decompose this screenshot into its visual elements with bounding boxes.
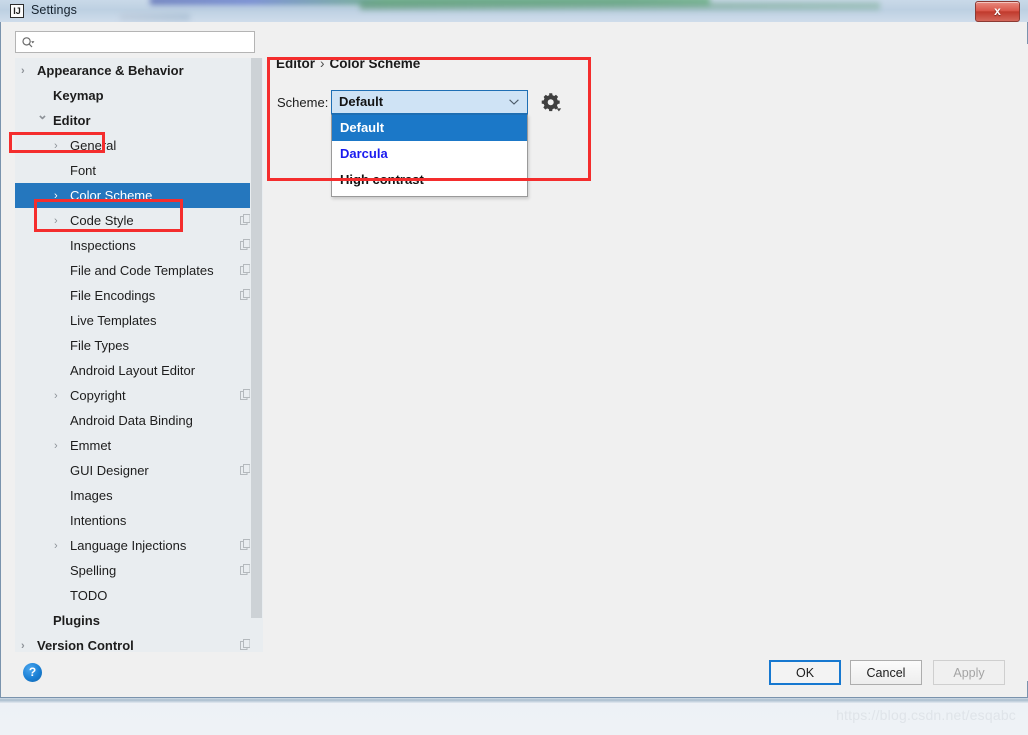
chevron-right-icon[interactable]: › (54, 541, 64, 552)
watermark: https://blog.csdn.net/esqabc (836, 707, 1016, 723)
scheme-dropdown-list[interactable]: Default Darcula High contrast (331, 114, 528, 197)
sidebar-item-android-layout-editor[interactable]: Android Layout Editor (15, 358, 263, 383)
dropdown-option-darcula[interactable]: Darcula (332, 141, 527, 167)
chevron-right-icon[interactable]: › (54, 441, 64, 452)
sidebar-item-label: GUI Designer (70, 463, 149, 478)
dropdown-option-default[interactable]: Default (332, 115, 527, 141)
chevron-right-icon[interactable]: › (54, 391, 64, 402)
sidebar-item-label: Color Scheme (70, 188, 153, 203)
apply-button: Apply (933, 660, 1005, 685)
breadcrumb-parent[interactable]: Editor (276, 56, 315, 71)
chevron-right-icon[interactable]: › (54, 191, 64, 202)
sidebar-item-images[interactable]: Images (15, 483, 263, 508)
intellij-idea-icon: IJ (10, 4, 24, 18)
chevron-down-icon[interactable]: ⌄ (37, 108, 48, 121)
sidebar-item-editor[interactable]: ⌄ Editor (15, 108, 263, 133)
blurred-background-stripe (120, 13, 190, 21)
search-icon (22, 37, 35, 48)
close-icon[interactable]: x (975, 1, 1020, 22)
dialog-body: › Appearance & Behavior Keymap ⌄ Editor › Gene… (0, 22, 1028, 698)
sidebar-item-label: Android Layout Editor (70, 363, 196, 378)
sidebar-item-label: Language Injections (70, 538, 187, 553)
main-panel: Editor › Color Scheme Scheme: Default Defa… (266, 44, 1028, 681)
sidebar-item-label: Plugins (53, 613, 100, 628)
sidebar-item-label: Android Data Binding (70, 413, 193, 428)
sidebar-item-spelling[interactable]: Spelling (15, 558, 263, 583)
sidebar-item-label: TODO (70, 588, 108, 603)
sidebar-item-file-and-code-templates[interactable]: File and Code Templates (15, 258, 263, 283)
chevron-right-icon[interactable]: › (54, 216, 64, 227)
sidebar-item-label: Inspections (70, 238, 136, 253)
sidebar-item-live-templates[interactable]: Live Templates (15, 308, 263, 333)
sidebar-item-label: File Encodings (70, 288, 156, 303)
sidebar-item-inspections[interactable]: Inspections (15, 233, 263, 258)
ok-button[interactable]: OK (769, 660, 841, 685)
sidebar-item-label: Intentions (70, 513, 127, 528)
breadcrumb: Editor › Color Scheme (276, 56, 420, 71)
sidebar-item-label: Live Templates (70, 313, 157, 328)
sidebar-item-label: Images (70, 488, 113, 503)
sidebar-item-label: Copyright (70, 388, 126, 403)
cancel-button[interactable]: Cancel (850, 660, 922, 685)
sidebar-item-label: Emmet (70, 438, 112, 453)
sidebar-item-label: General (70, 138, 117, 153)
sidebar-item-appearance-behavior[interactable]: › Appearance & Behavior (15, 58, 263, 83)
sidebar-item-keymap[interactable]: Keymap (15, 83, 263, 108)
sidebar-scrollbar-thumb[interactable] (251, 58, 262, 618)
sidebar-item-label: Editor (53, 113, 91, 128)
gear-settings-icon[interactable] (539, 91, 563, 113)
scheme-combobox[interactable]: Default (331, 90, 528, 114)
scheme-combobox-value: Default (339, 94, 384, 109)
title-bar: IJ Settings x (0, 0, 1028, 22)
sidebar-item-label: Appearance & Behavior (37, 63, 184, 78)
sidebar-item-label: Spelling (70, 563, 117, 578)
chevron-right-icon[interactable]: › (21, 641, 31, 652)
sidebar-item-label: Keymap (53, 88, 104, 103)
window-title: Settings (31, 3, 77, 17)
window-bottom-bevel (0, 698, 1028, 703)
dropdown-option-high-contrast[interactable]: High contrast (332, 167, 527, 193)
search-box[interactable] (15, 31, 255, 53)
chevron-right-icon[interactable]: › (21, 66, 31, 77)
chevron-down-icon (509, 99, 519, 105)
scheme-label: Scheme: (277, 95, 329, 110)
breadcrumb-current: Color Scheme (329, 56, 421, 71)
sidebar-item-plugins[interactable]: Plugins (15, 608, 263, 633)
settings-tree-sidebar[interactable]: › Appearance & Behavior Keymap ⌄ Editor › Gene… (15, 58, 263, 681)
sidebar-item-label: File and Code Templates (70, 263, 214, 278)
sidebar-item-file-encodings[interactable]: File Encodings (15, 283, 263, 308)
sidebar-item-color-scheme[interactable]: › Color Scheme (15, 183, 263, 208)
help-icon[interactable]: ? (23, 663, 42, 682)
search-input[interactable] (40, 33, 254, 53)
sidebar-item-general[interactable]: › General (15, 133, 263, 158)
sidebar-item-file-types[interactable]: File Types (15, 333, 263, 358)
sidebar-item-copyright[interactable]: › Copyright (15, 383, 263, 408)
blurred-background-stripe (360, 2, 880, 10)
settings-dialog-window: IJ Settings x › Appearance & Behavior Keym… (0, 0, 1028, 700)
sidebar-item-intentions[interactable]: Intentions (15, 508, 263, 533)
breadcrumb-separator: › (320, 56, 325, 71)
sidebar-item-label: File Types (70, 338, 130, 353)
sidebar-item-todo[interactable]: TODO (15, 583, 263, 608)
chevron-right-icon[interactable]: › (54, 141, 64, 152)
sidebar-item-gui-designer[interactable]: GUI Designer (15, 458, 263, 483)
sidebar-scrollbar-track[interactable] (250, 58, 263, 681)
sidebar-item-emmet[interactable]: › Emmet (15, 433, 263, 458)
sidebar-item-code-style[interactable]: › Code Style (15, 208, 263, 233)
sidebar-item-label: Code Style (70, 213, 134, 228)
sidebar-item-android-data-binding[interactable]: Android Data Binding (15, 408, 263, 433)
dialog-button-bar: ? OK Cancel Apply (2, 652, 1026, 696)
sidebar-item-font[interactable]: Font (15, 158, 263, 183)
sidebar-item-language-injections[interactable]: › Language Injections (15, 533, 263, 558)
sidebar-item-label: Font (70, 163, 97, 178)
